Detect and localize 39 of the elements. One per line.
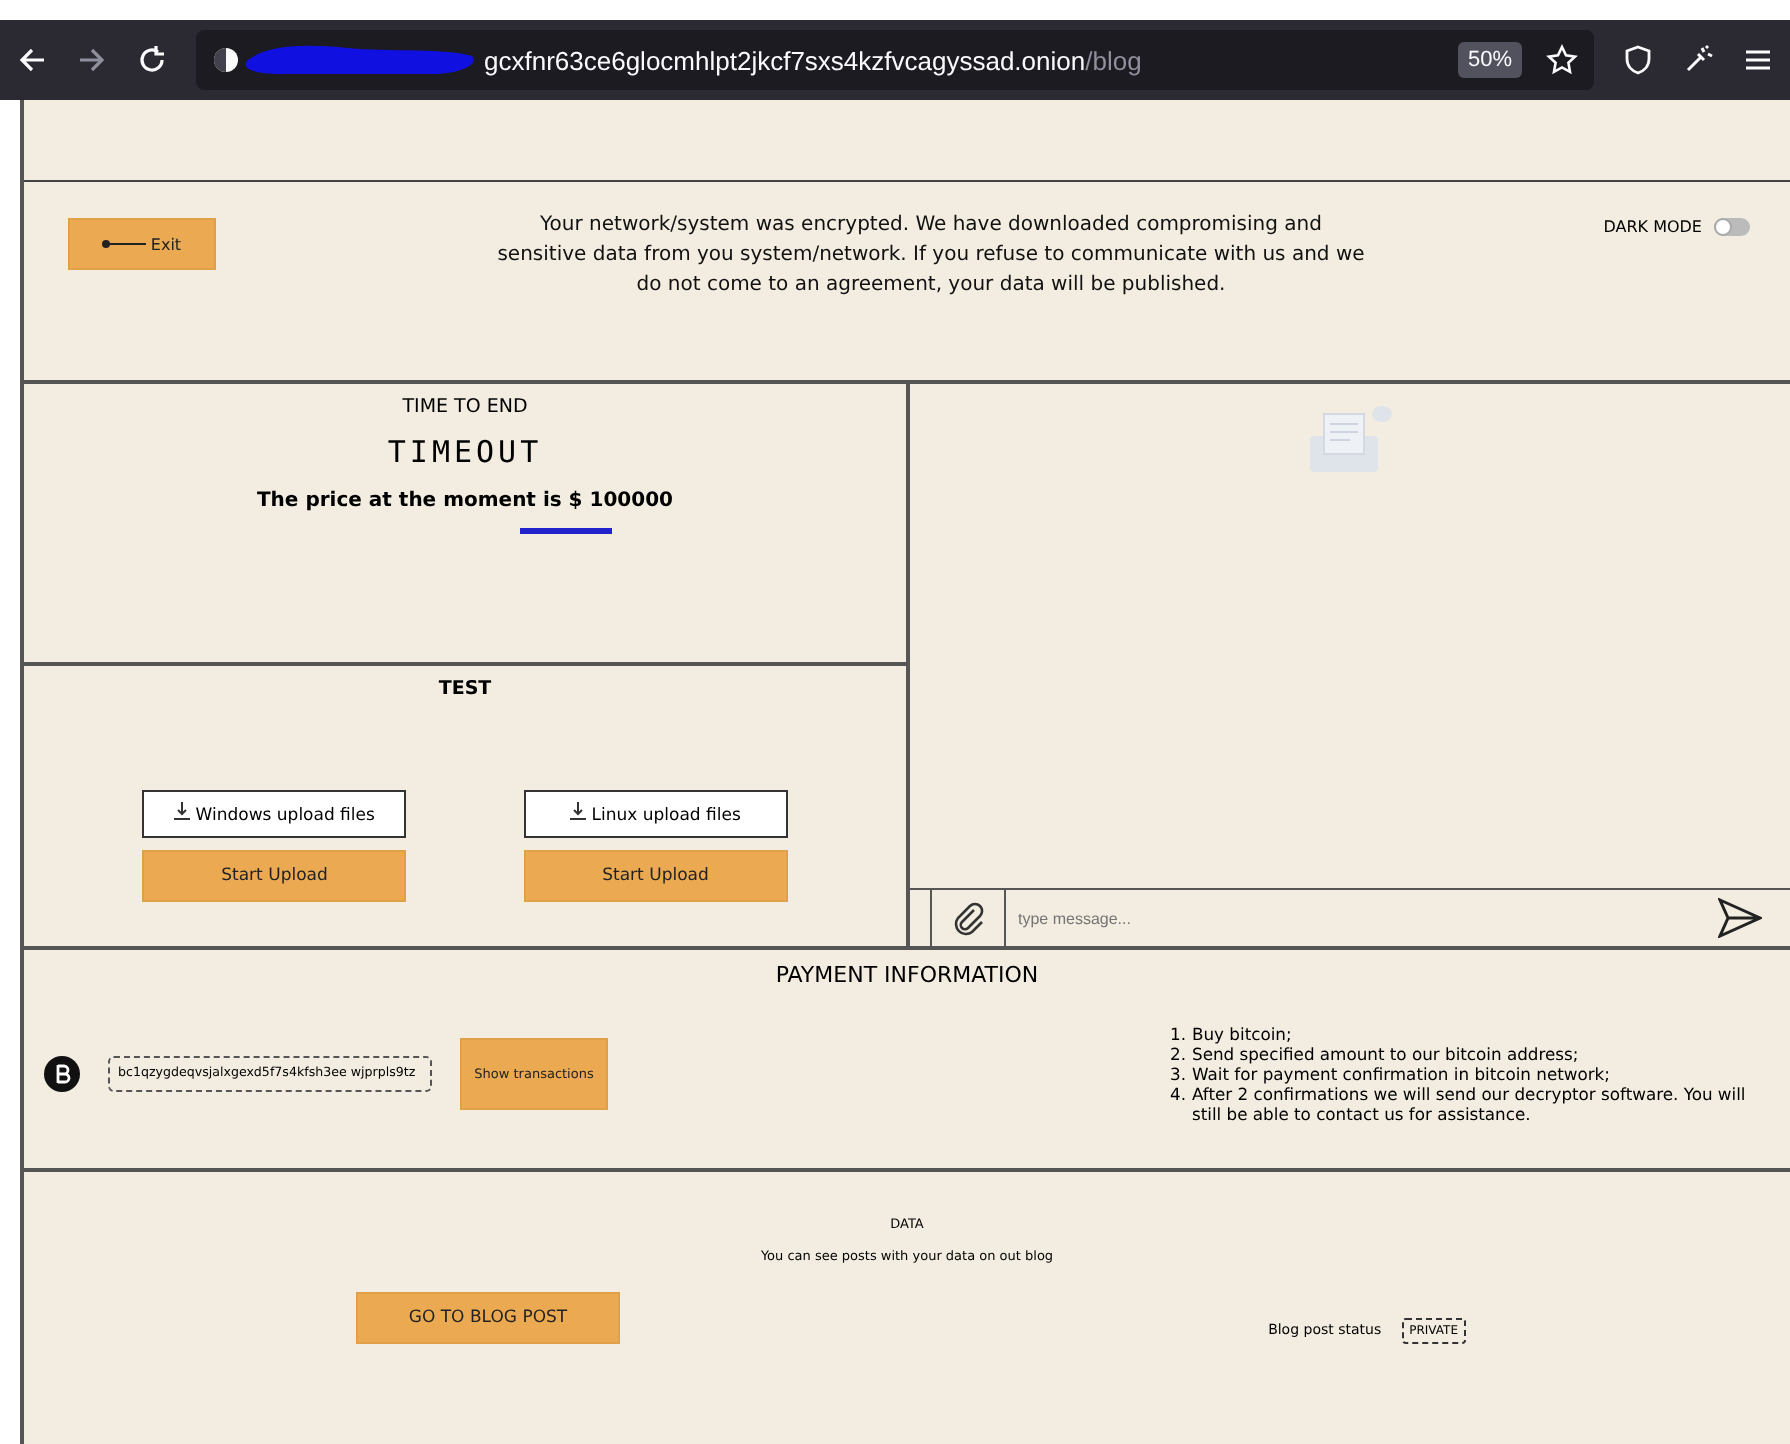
step-number: 3. <box>1170 1064 1186 1084</box>
step-text: After 2 confirmations we will send our decryptor software. You will still be able to contact us for assistance. <box>1192 1084 1748 1124</box>
upload-icon <box>570 802 587 820</box>
start-upload-button[interactable]: Start Upload <box>142 850 407 902</box>
step-text: Buy bitcoin; <box>1192 1024 1292 1044</box>
step-number: 4. <box>1170 1084 1186 1108</box>
step-number: 2. <box>1170 1044 1186 1064</box>
section-title: TEST <box>436 678 494 700</box>
countdown-text: TIMEOUT <box>387 434 543 470</box>
star-icon[interactable] <box>1546 44 1578 76</box>
section-title: TIME TO END <box>402 396 528 418</box>
step-number: 1. <box>1170 1024 1186 1044</box>
forward-icon[interactable] <box>76 44 108 76</box>
step-text: Send specified amount to our bitcoin address; <box>1192 1044 1579 1064</box>
bitcoin-icon <box>44 1056 80 1092</box>
price-text: The price at the moment is $ 100000 <box>256 490 673 512</box>
warning-message: Your network/system was encrypted. We have downloaded compromising and sensitive data from you system/network. If you refuse to communicate with us and we do not come to an agreement, your data will be published. <box>496 212 1366 300</box>
address-bar[interactable]: gcxfnr63ce6glocmhlpt2jkcf7sxs4kzfvcagyssad.onion/blog 50% <box>196 30 1594 90</box>
reload-icon[interactable] <box>136 44 168 76</box>
shield-icon[interactable] <box>1622 44 1654 76</box>
dark-mode-label: DARK MODE <box>1603 218 1702 236</box>
url-text: gcxfnr63ce6glocmhlpt2jkcf7sxs4kzfvcagyssad.onion/blog <box>484 45 1144 75</box>
blog-post-button[interactable]: GO TO BLOG POST <box>356 1292 620 1344</box>
underline-bar <box>519 528 611 534</box>
send-icon[interactable] <box>1718 898 1762 938</box>
zoom-badge[interactable]: 50% <box>1457 42 1522 78</box>
upload-icon <box>174 802 191 820</box>
back-icon[interactable] <box>16 44 48 76</box>
message-field[interactable]: type message... <box>1006 892 1718 944</box>
paperclip-icon[interactable] <box>930 890 1006 946</box>
dark-mode-toggle[interactable] <box>1714 218 1750 236</box>
section-title: PAYMENT INFORMATION <box>773 962 1041 988</box>
start-upload-button[interactable]: Start Upload <box>523 850 788 902</box>
upload-files-button[interactable]: Windows upload files <box>142 790 407 838</box>
arrow-left-icon <box>102 238 147 250</box>
step-text: Wait for payment confirmation in bitcoin network; <box>1192 1064 1610 1084</box>
upload-files-button[interactable]: Linux upload files <box>523 790 788 838</box>
inbox-icon <box>1306 404 1394 476</box>
exit-button[interactable]: Exit <box>68 218 216 270</box>
